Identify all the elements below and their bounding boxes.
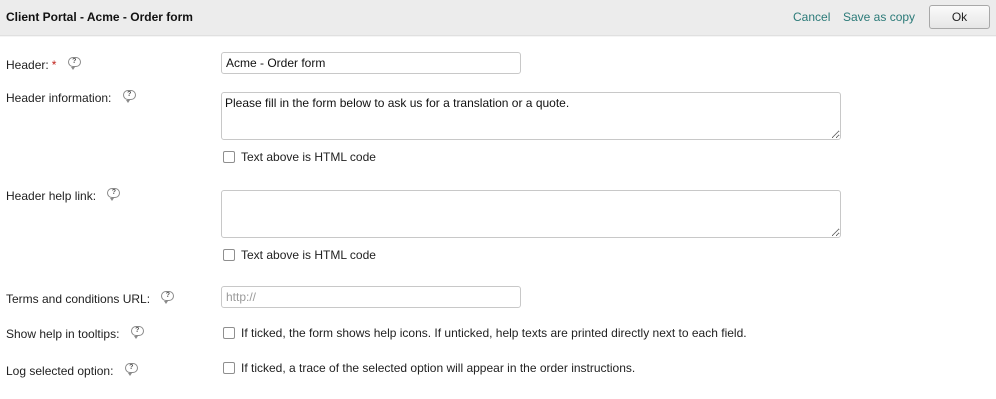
header-field-label: Header: * ? [6,57,81,72]
show-help-tooltips-label-text: Show help in tooltips: [6,327,120,341]
header-help-link-label-text: Header help link: [6,189,97,203]
header-help-link-html-option: Text above is HTML code [223,248,376,262]
cancel-link[interactable]: Cancel [793,10,830,24]
help-icon[interactable]: ? [122,90,136,103]
show-help-tooltips-option: If ticked, the form shows help icons. If… [223,326,747,340]
help-icon[interactable]: ? [67,57,81,70]
page-title: Client Portal - Acme - Order form [6,10,193,24]
header-label-text: Header: [6,58,49,72]
log-selected-option-description[interactable]: If ticked, a trace of the selected optio… [241,361,635,375]
log-selected-option-option: If ticked, a trace of the selected optio… [223,361,635,375]
log-selected-option-label-text: Log selected option: [6,364,114,378]
header-help-link-html-checkbox[interactable] [223,249,235,261]
log-selected-option-checkbox[interactable] [223,362,235,374]
top-bar: Client Portal - Acme - Order form Cancel… [0,0,996,36]
header-information-html-checkbox[interactable] [223,151,235,163]
ok-button[interactable]: Ok [929,5,990,29]
header-information-textarea[interactable]: Please fill in the form below to ask us … [221,92,841,140]
header-information-field-label: Header information: ? [6,90,136,105]
log-selected-option-field-label: Log selected option: ? [6,363,138,378]
help-icon[interactable]: ? [161,291,175,304]
terms-url-input[interactable] [221,286,521,308]
header-information-label-text: Header information: [6,91,112,105]
save-as-copy-link[interactable]: Save as copy [843,10,915,24]
header-help-link-textarea[interactable] [221,190,841,238]
form-panel: Header:* ? Header information: ? Please … [0,37,996,399]
show-help-tooltips-field-label: Show help in tooltips: ? [6,326,144,341]
terms-url-label-text: Terms and conditions URL: [6,292,151,306]
show-help-tooltips-description[interactable]: If ticked, the form shows help icons. If… [241,326,747,340]
help-icon[interactable]: ? [107,188,121,201]
header-information-html-option: Text above is HTML code [223,150,376,164]
header-information-html-label[interactable]: Text above is HTML code [241,150,376,164]
help-icon[interactable]: ? [124,363,138,376]
header-help-link-html-label[interactable]: Text above is HTML code [241,248,376,262]
required-marker: * [51,58,57,72]
header-help-link-field-label: Header help link: ? [6,188,121,203]
terms-url-field-label: Terms and conditions URL: ? [6,291,175,306]
show-help-tooltips-checkbox[interactable] [223,327,235,339]
help-icon[interactable]: ? [130,326,144,339]
header-input[interactable] [221,52,521,74]
